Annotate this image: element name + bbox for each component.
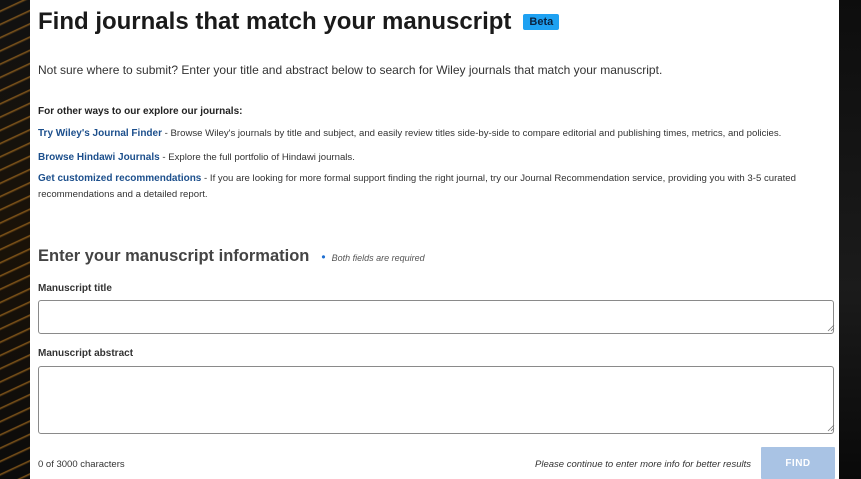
find-button[interactable]: FIND bbox=[761, 447, 835, 479]
beta-badge: Beta bbox=[523, 14, 560, 30]
hindawi-description: - Explore the full portfolio of Hindawi … bbox=[159, 152, 355, 163]
recommendations-link[interactable]: Get customized recommendations bbox=[38, 173, 201, 184]
resize-grip-icon[interactable] bbox=[827, 324, 835, 332]
title-row: Find journals that match your manuscript… bbox=[38, 8, 560, 36]
journal-finder-link[interactable]: Try Wiley's Journal Finder bbox=[38, 128, 162, 139]
other-ways-heading: For other ways to our explore our journa… bbox=[38, 106, 243, 117]
recommendations-item: Get customized recommendations - If you … bbox=[38, 171, 828, 203]
hindawi-journals-link[interactable]: Browse Hindawi Journals bbox=[38, 152, 160, 163]
hindawi-item: Browse Hindawi Journals - Explore the fu… bbox=[38, 150, 828, 166]
background-left bbox=[0, 0, 30, 479]
journal-finder-description: - Browse Wiley's journals by title and s… bbox=[162, 128, 782, 139]
intro-text: Not sure where to submit? Enter your tit… bbox=[38, 63, 663, 77]
manuscript-abstract-label: Manuscript abstract bbox=[38, 348, 134, 359]
manuscript-section-header: Enter your manuscript information • Both… bbox=[38, 247, 425, 266]
results-hint: Please continue to enter more info for b… bbox=[535, 459, 751, 470]
required-note: Both fields are required bbox=[331, 253, 425, 263]
journal-finder-item: Try Wiley's Journal Finder - Browse Wile… bbox=[38, 126, 828, 142]
required-bullet-icon: • bbox=[321, 250, 326, 264]
section-title: Enter your manuscript information bbox=[38, 247, 310, 265]
manuscript-title-label: Manuscript title bbox=[38, 283, 112, 294]
main-panel: Find journals that match your manuscript… bbox=[30, 0, 839, 479]
manuscript-title-input[interactable] bbox=[38, 300, 834, 334]
background-right bbox=[839, 0, 861, 479]
manuscript-abstract-input[interactable] bbox=[38, 366, 834, 434]
character-counter: 0 of 3000 characters bbox=[38, 459, 125, 470]
resize-grip-icon[interactable] bbox=[827, 424, 835, 432]
page-title: Find journals that match your manuscript bbox=[38, 8, 512, 35]
